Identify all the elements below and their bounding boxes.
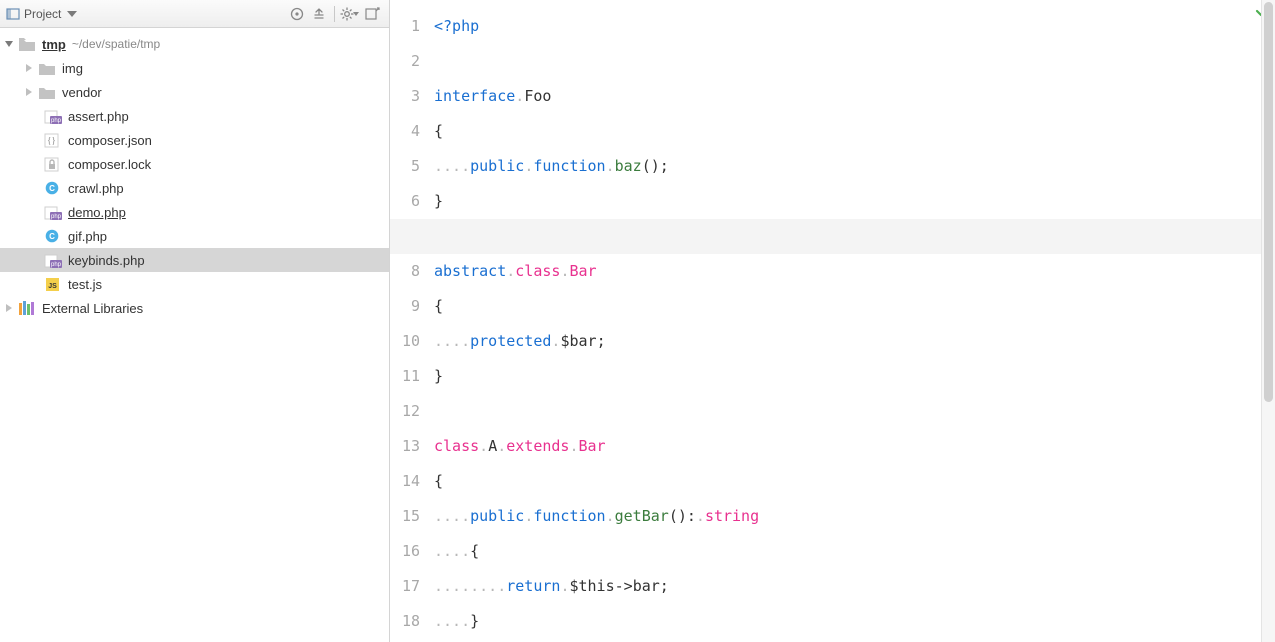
tree-item-label: keybinds.php (68, 253, 145, 268)
svg-text:C: C (49, 232, 55, 241)
code-line[interactable]: } (434, 359, 1261, 394)
js-icon: JS (44, 276, 62, 292)
code-line[interactable] (434, 44, 1261, 79)
svg-text:php: php (51, 262, 62, 268)
code-line[interactable]: <?php (434, 9, 1261, 44)
gutter-line-number[interactable]: 8 (390, 254, 420, 289)
toolbar-separator (334, 6, 335, 22)
gutter-line-number[interactable]: 15 (390, 499, 420, 534)
expand-arrow-right-icon[interactable] (2, 301, 16, 315)
project-tree[interactable]: tmp ~/dev/spatie/tmp img vendor php assert.… (0, 28, 389, 642)
project-root-node[interactable]: tmp ~/dev/spatie/tmp (0, 32, 389, 56)
code-line[interactable]: } (434, 184, 1261, 219)
collapse-all-button[interactable] (308, 3, 330, 25)
folder-icon (38, 60, 56, 76)
tree-item[interactable]: {} composer.json (0, 128, 389, 152)
code-line[interactable]: { (434, 114, 1261, 149)
code-line[interactable]: interface.Foo (434, 79, 1261, 114)
svg-text:JS: JS (48, 283, 57, 290)
tree-item[interactable]: composer.lock (0, 152, 389, 176)
project-root-path: ~/dev/spatie/tmp (72, 37, 160, 51)
code-editor[interactable]: 123456789101112131415161718 <?phpinterfa… (390, 0, 1275, 642)
gutter-line-number[interactable]: 2 (390, 44, 420, 79)
code-line[interactable]: ....protected.$bar; (434, 324, 1261, 359)
project-root-label: tmp (42, 37, 66, 52)
php-icon: php (44, 204, 62, 220)
tree-item[interactable]: php assert.php (0, 104, 389, 128)
gutter-line-number[interactable]: 6 (390, 184, 420, 219)
gutter-line-number[interactable]: 17 (390, 569, 420, 604)
gutter-line-number[interactable]: 16 (390, 534, 420, 569)
editor-scrollbar[interactable] (1261, 0, 1275, 642)
tree-item-label: gif.php (68, 229, 107, 244)
gutter-line-number[interactable]: 10 (390, 324, 420, 359)
gutter-line-number[interactable]: 3 (390, 79, 420, 114)
project-sidebar: Project tmp (0, 0, 390, 642)
code-line[interactable]: ........return.$this->bar; (434, 569, 1261, 604)
tree-item-label: composer.lock (68, 157, 151, 172)
expand-arrow-right-icon[interactable] (22, 61, 36, 75)
external-libraries-node[interactable]: External Libraries (0, 296, 389, 320)
scrollbar-thumb[interactable] (1264, 2, 1273, 402)
hide-tool-window-button[interactable] (361, 3, 383, 25)
svg-text:php: php (51, 118, 62, 124)
gutter-line-number[interactable]: 4 (390, 114, 420, 149)
tree-item[interactable]: vendor (0, 80, 389, 104)
tree-item[interactable]: img (0, 56, 389, 80)
project-toolbar: Project (0, 0, 389, 28)
tree-item-label: assert.php (68, 109, 129, 124)
gutter-line-number[interactable]: 18 (390, 604, 420, 639)
project-tool-window-icon (6, 7, 20, 21)
svg-text:php: php (51, 214, 62, 220)
svg-text:{}: {} (47, 136, 56, 146)
gutter-line-number[interactable]: 11 (390, 359, 420, 394)
code-line[interactable]: { (434, 289, 1261, 324)
gutter-line-number[interactable]: 13 (390, 429, 420, 464)
svg-text:C: C (49, 184, 55, 193)
tree-item-label: vendor (62, 85, 102, 100)
php-icon: php (44, 252, 62, 268)
settings-gear-button[interactable] (339, 3, 361, 25)
code-line[interactable]: ....} (434, 604, 1261, 639)
gutter-line-number[interactable]: 9 (390, 289, 420, 324)
tree-item-label: test.js (68, 277, 102, 292)
expand-arrow-right-icon[interactable] (22, 85, 36, 99)
gutter-line-number[interactable]: 1 (390, 9, 420, 44)
libraries-icon (18, 300, 36, 316)
expand-arrow-down-icon[interactable] (2, 37, 16, 51)
json-icon: {} (44, 132, 62, 148)
php-icon: php (44, 108, 62, 124)
gutter-line-number[interactable]: 14 (390, 464, 420, 499)
code-line[interactable] (434, 219, 1261, 254)
scroll-from-source-button[interactable] (286, 3, 308, 25)
project-toolbar-title: Project (24, 7, 61, 21)
gutter-line-number[interactable]: 12 (390, 394, 420, 429)
code-line[interactable]: ....public.function.baz(); (434, 149, 1261, 184)
tree-item-label: crawl.php (68, 181, 124, 196)
tree-item[interactable]: php keybinds.php (0, 248, 389, 272)
tree-item-label: img (62, 61, 83, 76)
editor-content[interactable]: <?phpinterface.Foo{....public.function.b… (434, 0, 1261, 642)
tree-item[interactable]: Cgif.php (0, 224, 389, 248)
code-line[interactable]: { (434, 464, 1261, 499)
project-view-chevron-icon[interactable] (67, 9, 77, 19)
external-libraries-label: External Libraries (42, 301, 143, 316)
code-line[interactable] (434, 394, 1261, 429)
editor-gutter[interactable]: 123456789101112131415161718 (390, 0, 434, 642)
folder-icon (38, 84, 56, 100)
tree-item-label: demo.php (68, 205, 126, 220)
c-icon: C (44, 228, 62, 244)
tree-item[interactable]: php demo.php (0, 200, 389, 224)
gutter-line-number[interactable]: 5 (390, 149, 420, 184)
lock-icon (44, 156, 62, 172)
folder-icon (18, 36, 36, 52)
code-line[interactable]: abstract.class.Bar (434, 254, 1261, 289)
tree-item-label: composer.json (68, 133, 152, 148)
code-line[interactable]: class.A.extends.Bar (434, 429, 1261, 464)
code-line[interactable]: ....public.function.getBar():.string (434, 499, 1261, 534)
code-line[interactable]: ....{ (434, 534, 1261, 569)
tree-item[interactable]: JS test.js (0, 272, 389, 296)
tree-item[interactable]: Ccrawl.php (0, 176, 389, 200)
c-icon: C (44, 180, 62, 196)
